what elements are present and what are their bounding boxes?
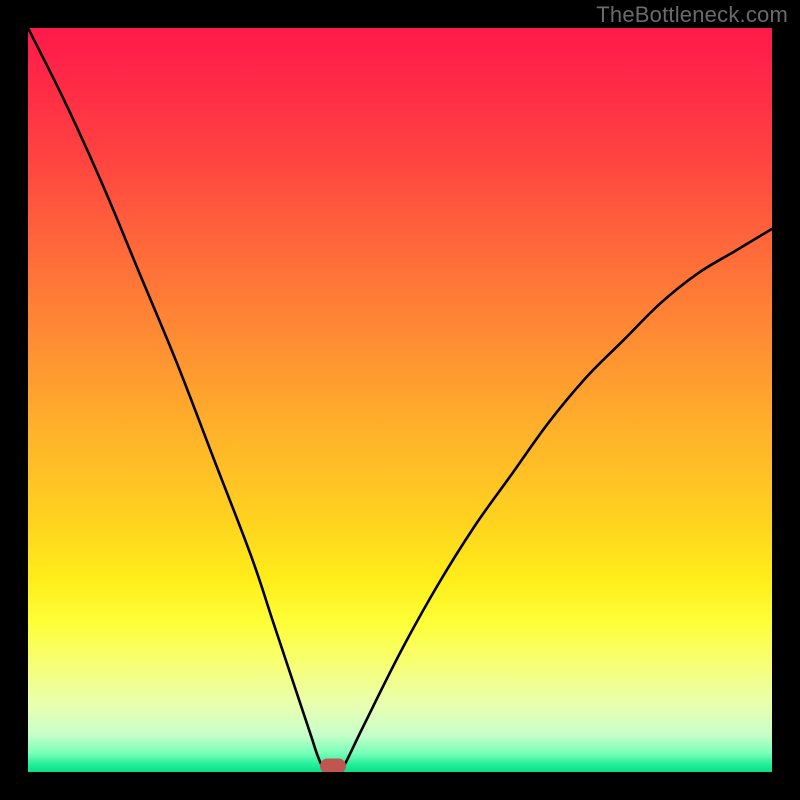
optimal-marker	[320, 759, 346, 773]
plot-area	[28, 28, 772, 772]
watermark-text: TheBottleneck.com	[596, 2, 788, 28]
chart-frame: TheBottleneck.com	[0, 0, 800, 800]
bottleneck-curve	[28, 28, 772, 772]
